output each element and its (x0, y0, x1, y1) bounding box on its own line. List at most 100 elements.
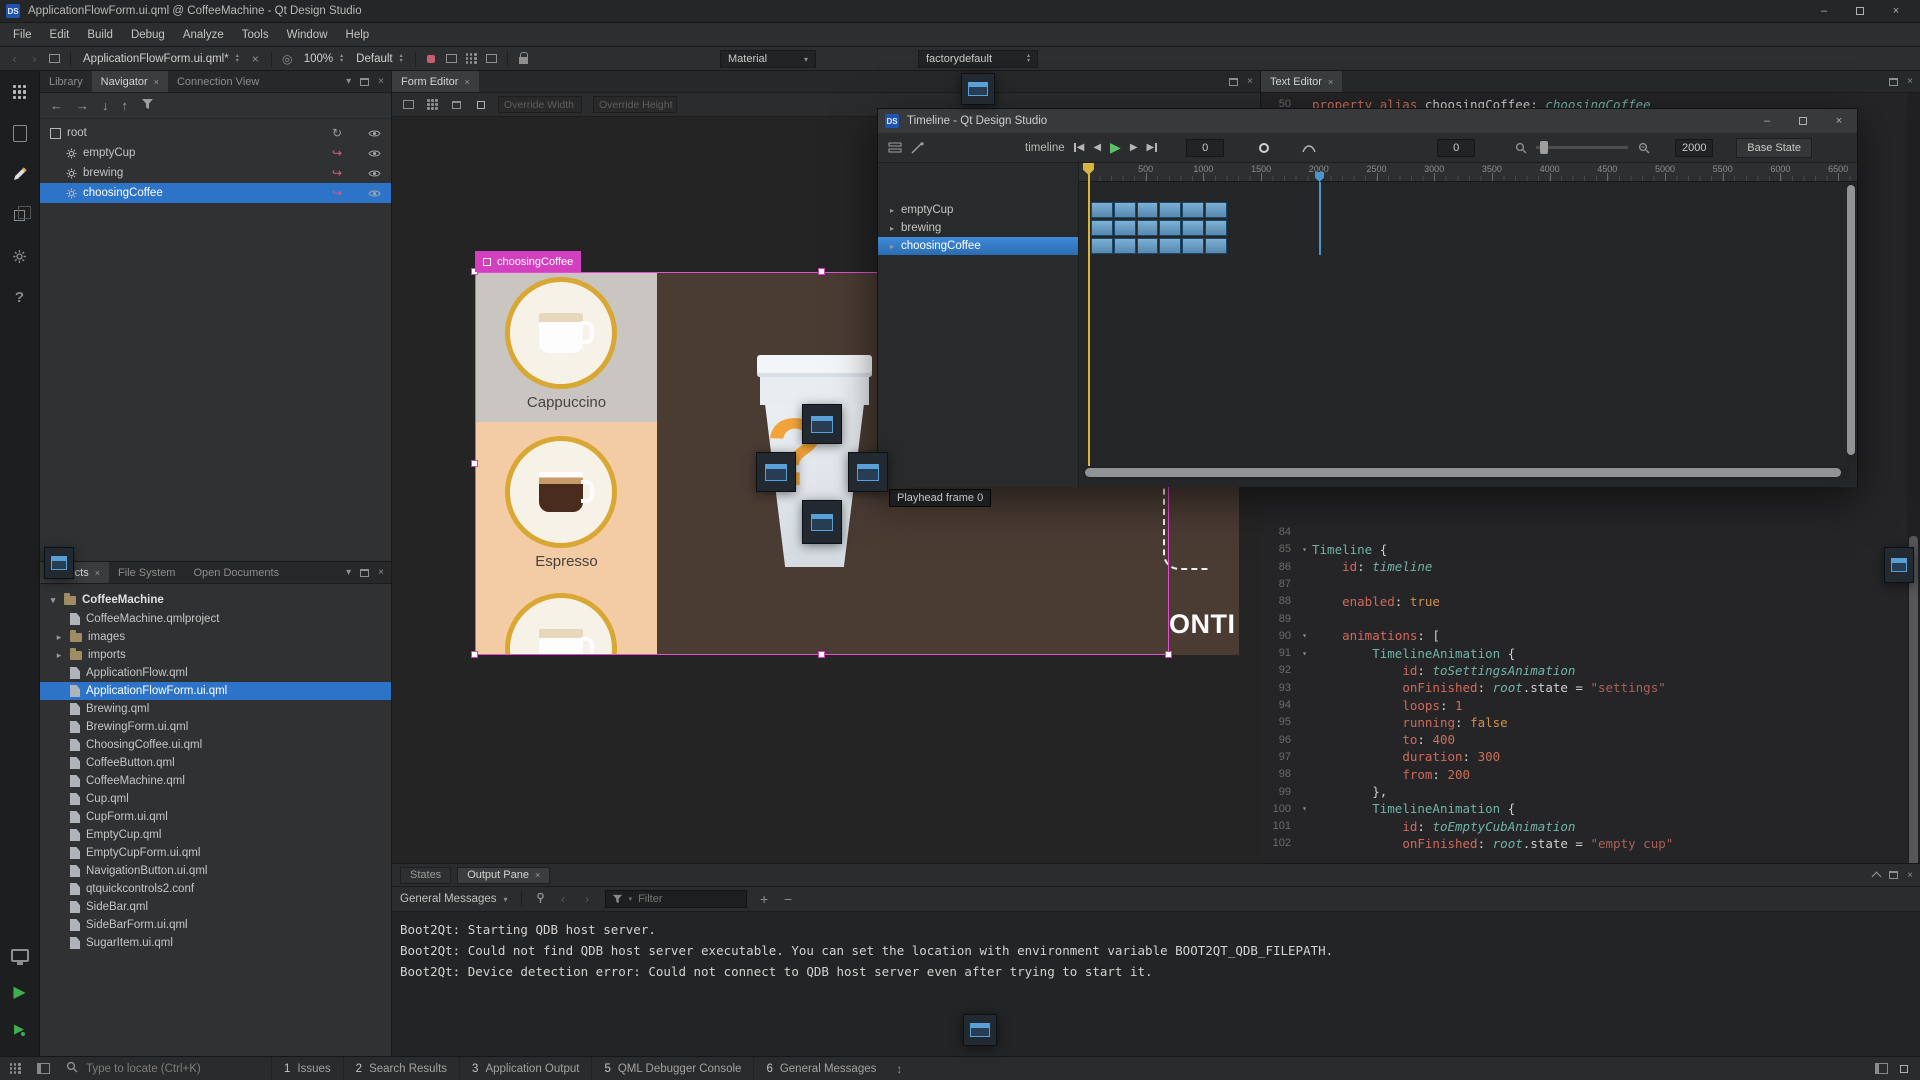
tab-close-icon[interactable]: × (464, 77, 469, 87)
text-editor-tab[interactable]: Text Editor × (1261, 71, 1342, 92)
status-button-general-messages[interactable]: 6General Messages (753, 1057, 888, 1080)
navigator-item-root[interactable]: root↻ (40, 123, 391, 143)
project-file-sidebar-qml[interactable]: SideBar.qml (40, 898, 391, 916)
project-file-coffeemachine-qmlproject[interactable]: CoffeeMachine.qmlproject (40, 610, 391, 628)
timeline-vscrollbar[interactable] (1846, 183, 1856, 463)
selection-handle[interactable] (1165, 651, 1172, 658)
eye-icon[interactable] (357, 169, 391, 178)
chevron-down-icon[interactable]: ▾ (346, 567, 351, 578)
next-frame-button[interactable]: ▶ (1130, 142, 1138, 153)
code-line[interactable]: 88 enabled: true (1261, 592, 1907, 610)
keyframe-segment[interactable] (1137, 220, 1159, 236)
code-line[interactable]: 87 (1261, 575, 1907, 593)
project-file-applicationflowform-ui-qml[interactable]: ApplicationFlowForm.ui.qml (40, 682, 391, 700)
open-document-select[interactable]: ApplicationFlowForm.ui.qml* ▴▾ (80, 53, 242, 65)
code-line[interactable]: 97 duration: 300 (1261, 748, 1907, 766)
apps-grid-icon[interactable] (9, 81, 31, 103)
export-toggle-icon[interactable]: ↪ (323, 146, 351, 160)
layout-columns-icon[interactable] (485, 54, 498, 63)
move-right-icon[interactable]: → (76, 98, 89, 113)
zoom-out-icon[interactable]: − (782, 891, 795, 907)
kit-monitor-icon[interactable] (9, 944, 31, 966)
code-line[interactable]: 99 }, (1261, 783, 1907, 801)
keyframe-bar-brewing[interactable] (1091, 220, 1227, 236)
keyframe-segment[interactable] (1182, 220, 1204, 236)
navigator-item-brewing[interactable]: brewing↪ (40, 163, 391, 183)
keyframe-segment[interactable] (1159, 238, 1181, 254)
fold-marker[interactable]: ▾ (1297, 804, 1312, 813)
keyframe-segment[interactable] (1205, 238, 1227, 254)
code-line[interactable]: 91▾ TimelineAnimation { (1261, 644, 1907, 662)
filter-input[interactable]: ▾ Filter (605, 890, 747, 908)
output-channel-select[interactable]: General Messages ▾ (400, 893, 508, 905)
maximize-button[interactable] (1842, 0, 1878, 22)
code-line[interactable]: 102 onFinished: root.state = "empty cup" (1261, 834, 1907, 852)
selection-handle[interactable] (818, 651, 825, 658)
menu-tools[interactable]: Tools (233, 29, 278, 41)
base-state-button[interactable]: Base State (1736, 138, 1812, 158)
dock-indicator-right[interactable] (848, 452, 888, 492)
help-icon[interactable]: ? (9, 286, 31, 308)
keyframe-segment[interactable] (1114, 202, 1136, 218)
project-file-imports[interactable]: ▸imports (40, 646, 391, 664)
code-line[interactable]: 94 loops: 1 (1261, 696, 1907, 714)
keyframe-segment[interactable] (1114, 220, 1136, 236)
keyframe-segment[interactable] (1091, 238, 1113, 254)
menu-build[interactable]: Build (78, 29, 122, 41)
expand-icon[interactable]: ▸ (54, 650, 64, 661)
zoom-out-icon[interactable] (1514, 142, 1527, 154)
status-button-qml-debugger-console[interactable]: 5QML Debugger Console (591, 1057, 753, 1080)
project-file-coffeemachine-qml[interactable]: CoffeeMachine.qml (40, 772, 391, 790)
project-file-brewing-qml[interactable]: Brewing.qml (40, 700, 391, 718)
maximize-button[interactable] (1785, 110, 1821, 132)
output-log[interactable]: Boot2Qt: Starting QDB host server.Boot2Q… (392, 912, 1920, 982)
expand-icon[interactable]: ▸ (890, 206, 894, 215)
tools-icon[interactable] (9, 245, 31, 267)
sort-arrows-icon[interactable]: ↕ (896, 1062, 902, 1076)
canvas-settings-icon[interactable] (474, 101, 487, 109)
selection-handle[interactable] (471, 651, 478, 658)
keyframe-bar-emptycup[interactable] (1091, 202, 1227, 218)
to-end-button[interactable]: ▶ (1147, 142, 1158, 153)
keyframe-segment[interactable] (1091, 202, 1113, 218)
snap-icon[interactable] (426, 99, 439, 110)
code-line[interactable]: 98 from: 200 (1261, 765, 1907, 783)
zoom-level-select[interactable]: 100% ▴▾ (301, 53, 346, 65)
scrollbar-thumb[interactable] (1909, 536, 1918, 863)
zoom-slider[interactable] (1536, 146, 1628, 149)
zoom-target-icon[interactable]: ◎ (281, 52, 294, 66)
code-line[interactable]: 95 running: false (1261, 713, 1907, 731)
keyframe-field[interactable]: 0 (1437, 139, 1475, 157)
tab-close-icon[interactable]: × (154, 77, 159, 87)
expand-icon[interactable]: ▸ (890, 224, 894, 233)
debug-run-button[interactable]: ▶ (9, 1018, 31, 1040)
status-button-issues[interactable]: 1Issues (271, 1057, 343, 1080)
theme-select[interactable]: Material ▾ (720, 50, 816, 68)
dock-indicator-edge-bottom[interactable] (963, 1014, 997, 1046)
edit-mode-icon[interactable] (9, 122, 31, 144)
export-icon[interactable] (425, 55, 438, 63)
code-line[interactable]: 93 onFinished: root.state = "settings" (1261, 679, 1907, 697)
tab-close-icon[interactable]: × (535, 870, 540, 880)
minimize-button[interactable]: – (1806, 0, 1842, 22)
scrollbar-thumb[interactable] (1847, 185, 1855, 455)
export-icon[interactable]: ↻ (323, 126, 351, 140)
continue-button-fragment[interactable]: ONTI (1169, 609, 1236, 640)
previous-frame-button[interactable]: ◀ (1093, 142, 1101, 153)
project-file-brewingform-ui-qml[interactable]: BrewingForm.ui.qml (40, 718, 391, 736)
timeline-settings-icon[interactable] (888, 142, 902, 154)
play-button[interactable]: ▶ (1110, 139, 1121, 156)
bounds-icon[interactable] (450, 101, 463, 109)
code-line[interactable]: 92 id: toSettingsAnimation (1261, 661, 1907, 679)
lock-icon[interactable] (517, 53, 530, 64)
slider-handle[interactable] (1540, 141, 1548, 154)
output-window-icon[interactable] (1900, 1065, 1908, 1073)
project-file-cupform-ui-qml[interactable]: CupForm.ui.qml (40, 808, 391, 826)
keyframe-segment[interactable] (1205, 220, 1227, 236)
prev-item-icon[interactable]: ‹ (557, 892, 570, 906)
spinner-icon[interactable]: ▴▾ (236, 54, 239, 64)
code-line[interactable]: 96 to: 400 (1261, 731, 1907, 749)
project-file-emptycup-qml[interactable]: EmptyCup.qml (40, 826, 391, 844)
eye-icon[interactable] (357, 129, 391, 138)
kit-select[interactable]: factorydefault ▴▾ (918, 50, 1038, 68)
